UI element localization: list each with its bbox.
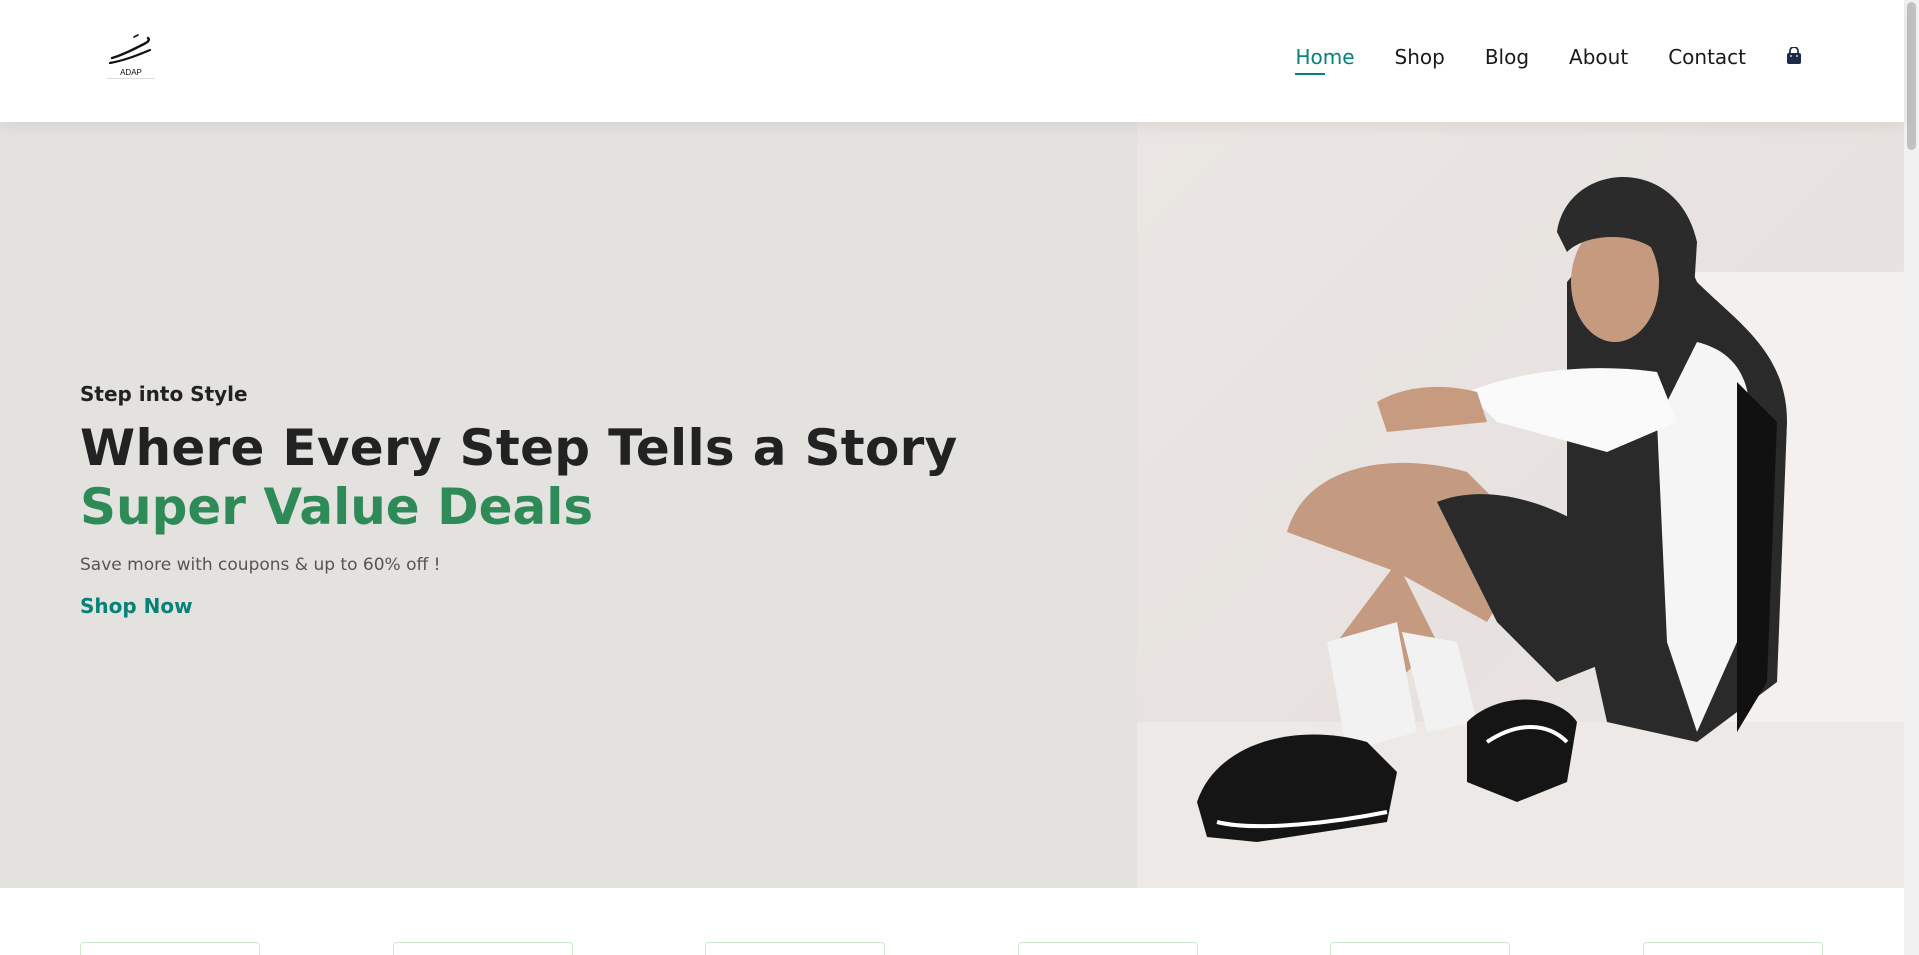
- main-nav: Home Shop Blog About Contact: [1255, 44, 1802, 75]
- features-strip: [0, 888, 1904, 955]
- feature-card: [705, 942, 885, 955]
- nav-item-home[interactable]: Home: [1295, 44, 1355, 75]
- logo-text: ADAP: [120, 68, 142, 77]
- nav-item-about[interactable]: About: [1569, 44, 1628, 70]
- nav-item-contact[interactable]: Contact: [1668, 44, 1746, 70]
- shop-now-button[interactable]: Shop Now: [80, 594, 193, 618]
- logo-underline: [107, 78, 155, 79]
- brand-logo[interactable]: ADAP: [104, 30, 158, 80]
- nav-item-blog[interactable]: Blog: [1485, 44, 1529, 70]
- hero-subtext: Save more with coupons & up to 60% off !: [80, 555, 441, 575]
- hero-section: Step into Style Where Every Step Tells a…: [0, 122, 1904, 888]
- hero-headline-accent: Super Value Deals: [80, 478, 594, 536]
- feature-card: [1330, 942, 1510, 955]
- site-header: ADAP Home Shop Blog About Contact: [0, 0, 1904, 122]
- feature-card: [393, 942, 573, 955]
- scrollbar-thumb[interactable]: [1907, 2, 1916, 150]
- feature-card: [1643, 942, 1823, 955]
- hero-kicker: Step into Style: [80, 382, 248, 406]
- page-scrollbar[interactable]: [1904, 0, 1919, 955]
- feature-card: [1018, 942, 1198, 955]
- hero-headline: Where Every Step Tells a Story: [80, 419, 958, 477]
- nav-item-shop[interactable]: Shop: [1395, 44, 1445, 70]
- hero-text-block: Step into Style Where Every Step Tells a…: [80, 382, 957, 618]
- shopping-bag-icon[interactable]: [1786, 46, 1802, 65]
- sneaker-logo-icon: [108, 34, 152, 65]
- hero-model-image: [1137, 122, 1904, 888]
- feature-card: [80, 942, 260, 955]
